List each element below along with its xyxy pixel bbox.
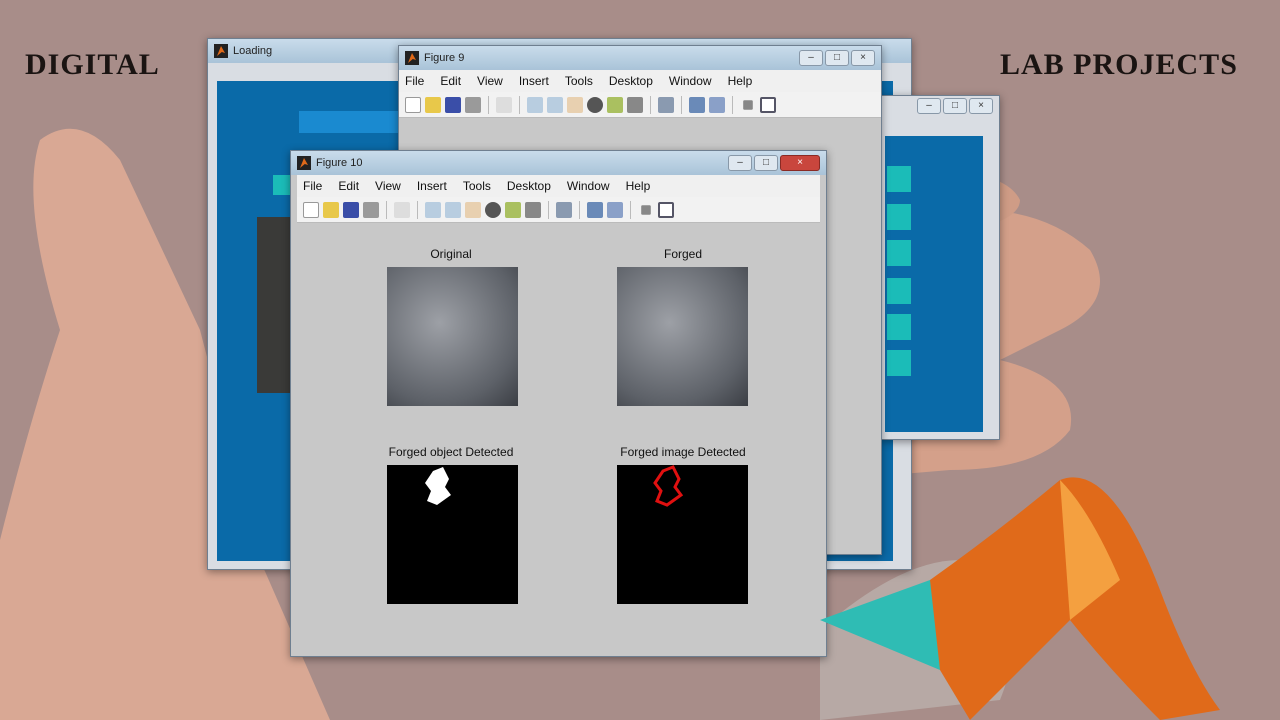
open-icon[interactable] [323,201,339,218]
menu-edit[interactable]: Edit [338,179,359,193]
zoom-out-icon[interactable] [547,96,563,113]
figure9-toolbar [399,92,881,118]
zoom-out-icon[interactable] [445,201,461,218]
rotate-icon[interactable] [485,201,501,218]
link-icon[interactable] [658,96,674,113]
close-icon[interactable]: × [851,50,875,66]
minimize-icon[interactable]: – [799,50,823,66]
pointer-icon[interactable] [394,201,410,218]
maximize-icon[interactable]: □ [825,50,849,66]
headline-left: DIGITAL [25,48,160,81]
new-file-icon[interactable] [405,96,421,113]
label-forged-image-detected: Forged image Detected [620,445,746,459]
pan-icon[interactable] [465,201,481,218]
print-icon[interactable] [363,201,379,218]
menu-edit[interactable]: Edit [440,74,461,88]
right-content [885,136,983,432]
colorbar-icon[interactable] [689,96,705,113]
right-window: – □ × [880,95,1000,440]
menu-desktop[interactable]: Desktop [507,179,551,193]
menu-tools[interactable]: Tools [565,74,593,88]
hide-plot-tools-icon[interactable] [641,204,651,215]
close-icon[interactable]: × [780,155,820,171]
label-forged: Forged [663,247,703,261]
loading-bar [299,111,409,133]
menu-help[interactable]: Help [626,179,651,193]
teal-button[interactable] [887,240,911,266]
legend-icon[interactable] [709,96,725,113]
matlab-icon [405,51,419,65]
colorbar-icon[interactable] [587,201,603,218]
menu-window[interactable]: Window [567,179,610,193]
figure10-menubar: File Edit View Insert Tools Desktop Window Help [297,175,820,197]
mask-region [425,467,451,505]
teal-button[interactable] [887,278,911,304]
print-icon[interactable] [465,96,481,113]
link-icon[interactable] [556,201,572,218]
teal-button[interactable] [887,204,911,230]
matlab-icon [214,44,228,58]
menu-insert[interactable]: Insert [519,74,549,88]
loading-title: Loading [233,45,273,57]
figure10-window: Figure 10 – □ × File Edit View Insert Tools Des… [290,150,827,657]
minimize-icon[interactable]: – [917,98,941,114]
menu-desktop[interactable]: Desktop [609,74,653,88]
label-forged-object-detected: Forged object Detected [388,445,514,459]
headline-right: LAB PROJECTS [1000,48,1238,81]
teal-button[interactable] [887,350,911,376]
hide-plot-tools-icon[interactable] [743,99,753,110]
detected-region-outline [653,465,684,507]
figure9-menubar: File Edit View Insert Tools Desktop Window Help [399,70,881,92]
close-icon[interactable]: × [969,98,993,114]
forged-image [617,267,748,406]
minimize-icon[interactable]: – [728,155,752,171]
forged-object-mask [387,465,518,604]
matlab-icon [297,156,311,170]
show-plot-tools-icon[interactable] [760,96,776,113]
menu-view[interactable]: View [375,179,401,193]
legend-icon[interactable] [607,201,623,218]
teal-button[interactable] [887,166,911,192]
menu-insert[interactable]: Insert [417,179,447,193]
figure10-titlebar[interactable]: Figure 10 – □ × [291,151,826,175]
pointer-icon[interactable] [496,96,512,113]
save-icon[interactable] [343,201,359,218]
menu-window[interactable]: Window [669,74,712,88]
teal-button[interactable] [887,314,911,340]
pan-icon[interactable] [567,96,583,113]
label-original: Original [430,247,472,261]
menu-file[interactable]: File [303,179,322,193]
brush-icon[interactable] [525,201,541,218]
menu-view[interactable]: View [477,74,503,88]
new-file-icon[interactable] [303,201,319,218]
zoom-in-icon[interactable] [527,96,543,113]
rotate-icon[interactable] [587,96,603,113]
figure10-toolbar [297,197,820,223]
figure9-titlebar[interactable]: Figure 9 – □ × [399,46,881,70]
maximize-icon[interactable]: □ [754,155,778,171]
menu-tools[interactable]: Tools [463,179,491,193]
show-plot-tools-icon[interactable] [658,201,674,218]
menu-file[interactable]: File [405,74,424,88]
open-icon[interactable] [425,96,441,113]
matlab-logo [820,477,1220,720]
zoom-in-icon[interactable] [425,201,441,218]
data-cursor-icon[interactable] [505,201,521,218]
forged-image-mask [617,465,748,604]
data-cursor-icon[interactable] [607,96,623,113]
menu-help[interactable]: Help [728,74,753,88]
figure10-title: Figure 10 [316,157,363,169]
maximize-icon[interactable]: □ [943,98,967,114]
original-image [387,267,518,406]
figure9-title: Figure 9 [424,52,465,64]
save-icon[interactable] [445,96,461,113]
brush-icon[interactable] [627,96,643,113]
